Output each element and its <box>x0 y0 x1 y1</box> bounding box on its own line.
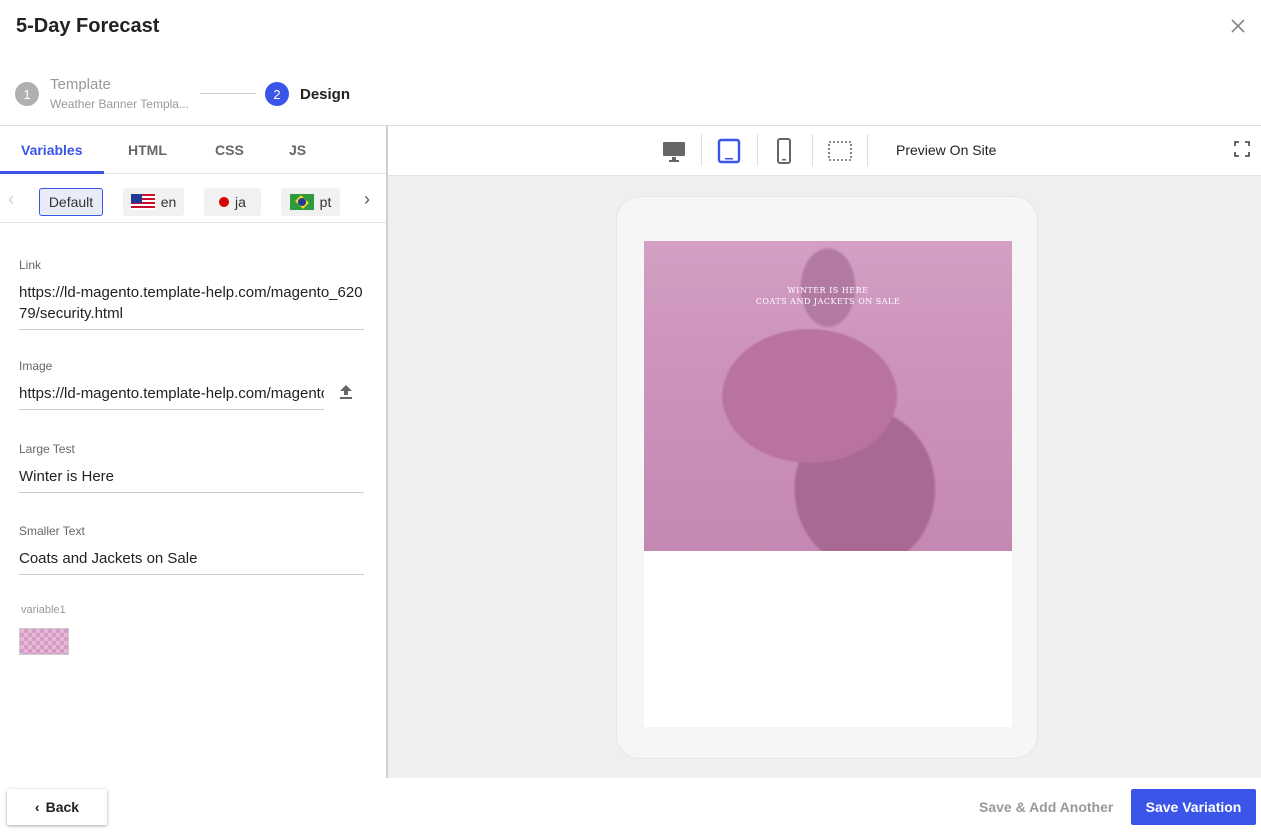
desktop-icon[interactable] <box>661 138 687 164</box>
tab-css[interactable]: CSS <box>215 142 244 158</box>
tab-js[interactable]: JS <box>289 142 306 158</box>
lang-en-label: en <box>160 194 177 210</box>
footer: ‹ Back Save & Add Another Save Variation <box>0 778 1261 832</box>
banner-small-text: Coats and Jackets on Sale <box>755 297 901 306</box>
image-label: Image <box>19 359 53 373</box>
close-icon[interactable] <box>1228 16 1248 36</box>
lang-ja-label: ja <box>235 194 246 210</box>
phone-icon[interactable] <box>771 138 797 164</box>
header: 5-Day Forecast <box>0 0 1261 60</box>
us-flag-icon <box>130 194 155 210</box>
step-2-number[interactable]: 2 <box>265 82 289 106</box>
save-variation-button[interactable]: Save Variation <box>1131 789 1256 825</box>
step-2-label[interactable]: Design <box>300 86 350 103</box>
toolbar-separator <box>701 134 702 166</box>
large-text-label: Large Test <box>19 442 75 456</box>
upload-icon[interactable] <box>337 383 355 401</box>
large-text-input[interactable]: Winter is Here <box>19 466 364 493</box>
chevron-left-icon: ‹ <box>34 799 40 815</box>
lang-pt[interactable]: pt <box>281 188 340 216</box>
japan-flag-icon <box>219 197 230 207</box>
preview-toolbar: Preview On Site <box>388 126 1261 176</box>
toolbar-separator <box>867 134 868 166</box>
color-swatch[interactable] <box>19 628 69 655</box>
banner-large-text: Winter is Here <box>787 286 869 295</box>
page-title: 5-Day Forecast <box>16 15 160 37</box>
smaller-text-label: Smaller Text <box>19 524 85 538</box>
save-add-another-button[interactable]: Save & Add Another <box>979 799 1113 815</box>
fullscreen-icon[interactable] <box>1234 141 1250 157</box>
brazil-flag-icon <box>289 194 314 210</box>
chevron-right-icon[interactable]: › <box>364 189 370 210</box>
tab-html[interactable]: HTML <box>128 142 167 158</box>
tablet-frame: Winter is Here Coats and Jackets on Sale <box>616 196 1038 759</box>
variable1-field: variable1 <box>21 604 366 616</box>
smaller-text-field: Smaller Text Coats and Jackets on Sale <box>19 524 364 575</box>
chevron-left-icon[interactable]: ‹ <box>8 189 14 210</box>
tab-variables[interactable]: Variables <box>21 142 83 158</box>
step-connector <box>200 93 256 94</box>
lang-en[interactable]: en <box>123 188 184 216</box>
lang-default[interactable]: Default <box>39 188 103 216</box>
preview-screen: Winter is Here Coats and Jackets on Sale <box>644 241 1012 727</box>
step-1-label[interactable]: Template <box>50 76 111 93</box>
back-button[interactable]: ‹ Back <box>7 789 107 825</box>
language-bar: ‹ Default en ja pt › <box>0 175 386 223</box>
smaller-text-input[interactable]: Coats and Jackets on Sale <box>19 548 364 575</box>
large-text-field: Large Test Winter is Here <box>19 442 364 493</box>
variables-panel: Variables HTML CSS JS ‹ Default en ja pt… <box>0 126 386 778</box>
step-1-number[interactable]: 1 <box>15 82 39 106</box>
custom-size-icon[interactable] <box>827 138 853 164</box>
step-1-sublabel: Weather Banner Templa... <box>50 97 189 111</box>
image-field: Image https://ld-magento.template-help.c… <box>19 359 324 410</box>
lang-pt-label: pt <box>319 194 332 210</box>
toolbar-separator <box>757 134 758 166</box>
link-input[interactable]: https://ld-magento.template-help.com/mag… <box>19 282 364 330</box>
toolbar-separator <box>812 134 813 166</box>
preview-panel: Preview On Site Winter is Here Coats and… <box>388 126 1261 778</box>
variable1-label: variable1 <box>21 604 66 616</box>
banner-text: Winter is Here Coats and Jackets on Sale <box>644 285 1012 307</box>
link-label: Link <box>19 258 42 272</box>
weather-banner[interactable]: Winter is Here Coats and Jackets on Sale <box>644 241 1012 551</box>
editor-tabs: Variables HTML CSS JS <box>0 126 386 174</box>
back-label: Back <box>45 799 80 815</box>
link-field: Link https://ld-magento.template-help.co… <box>19 258 364 330</box>
tablet-icon[interactable] <box>716 138 742 164</box>
image-input[interactable]: https://ld-magento.template-help.com/mag… <box>19 383 324 410</box>
lang-ja[interactable]: ja <box>204 188 261 216</box>
active-tab-indicator <box>0 171 104 174</box>
preview-on-site-button[interactable]: Preview On Site <box>896 142 996 158</box>
stepper: 1 Template Weather Banner Templa... 2 De… <box>0 70 400 120</box>
